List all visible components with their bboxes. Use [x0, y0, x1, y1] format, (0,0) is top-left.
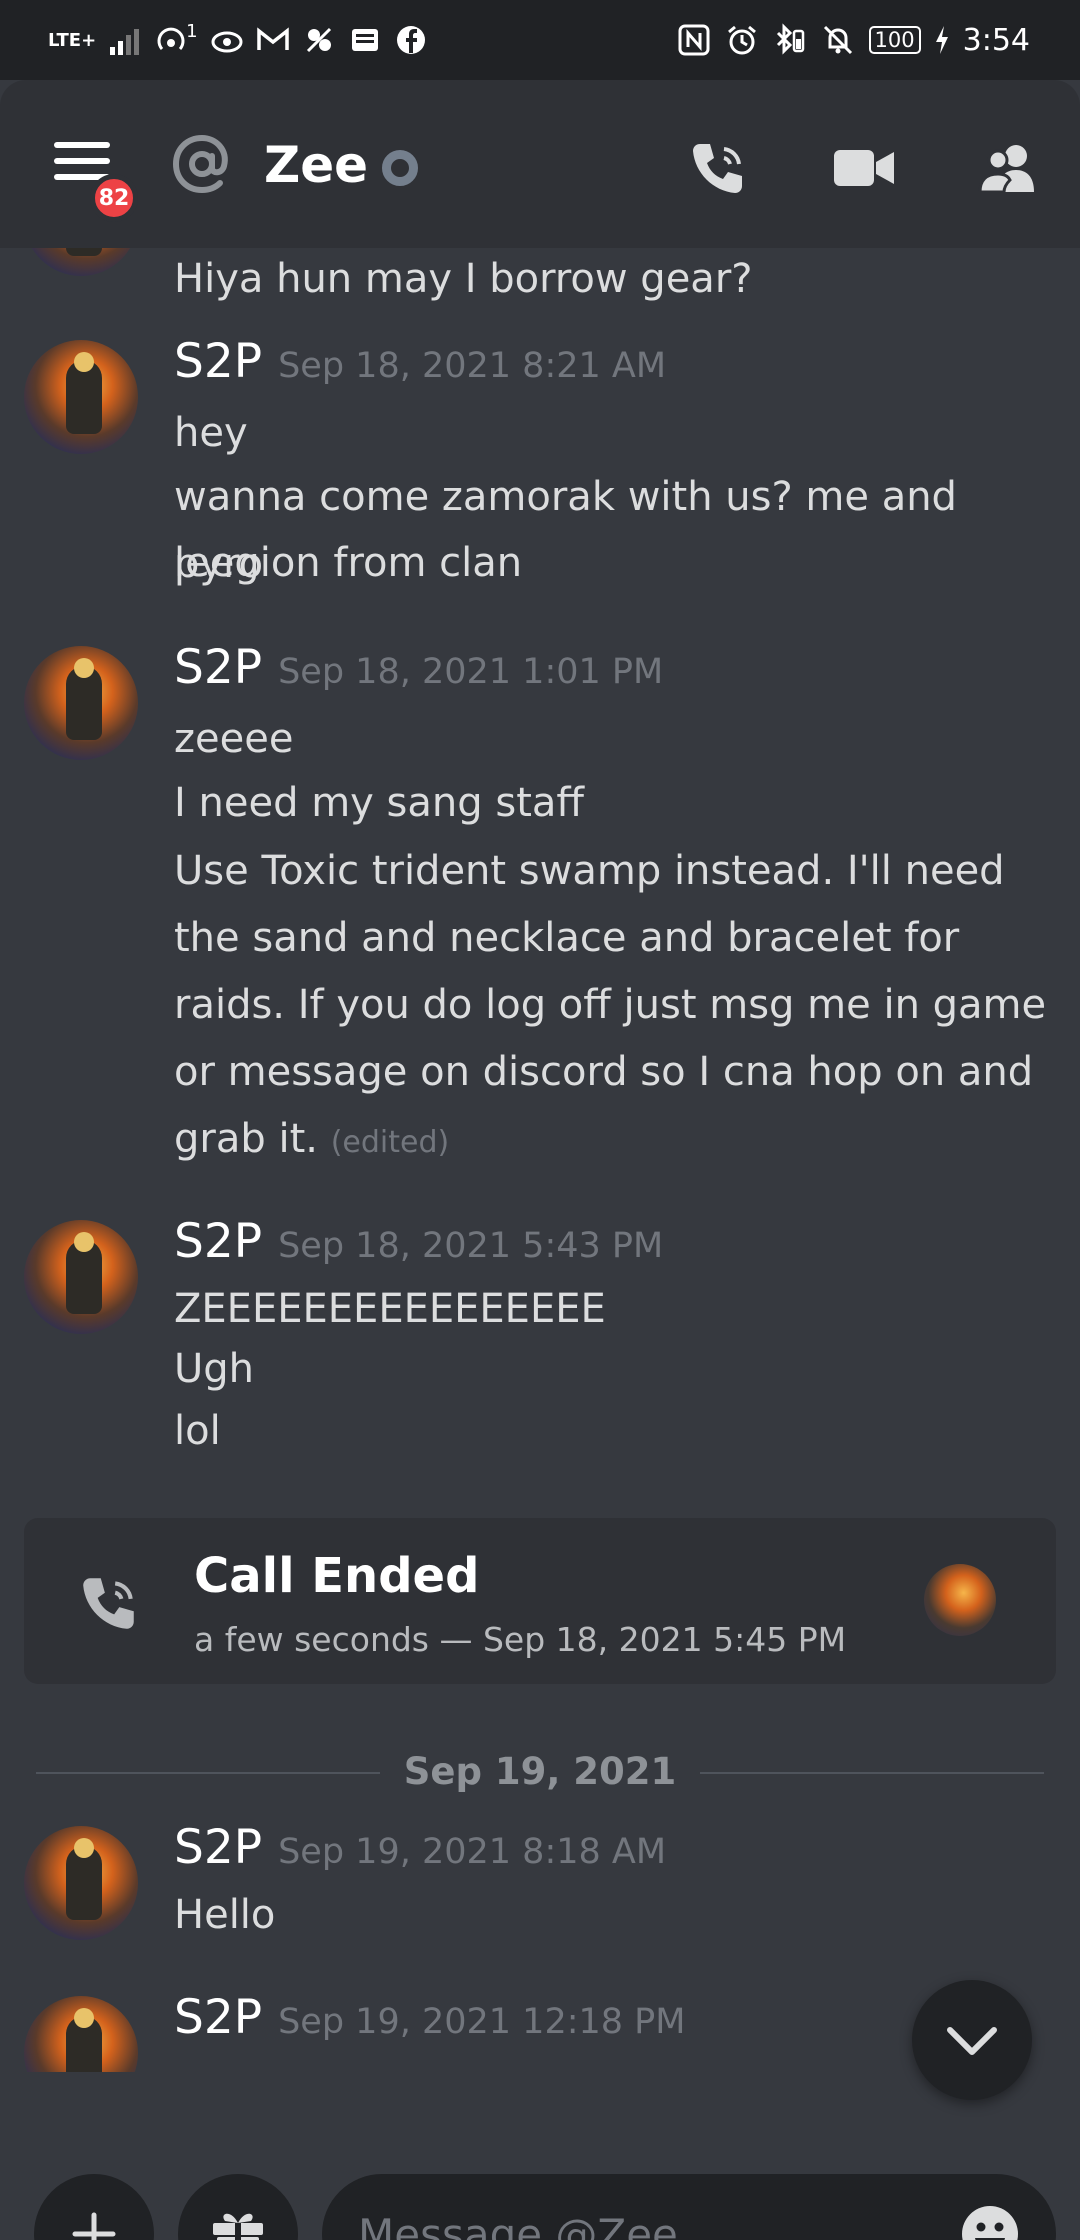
- avatar[interactable]: [24, 1220, 138, 1334]
- message-timestamp: Sep 18, 2021 1:01 PM: [278, 652, 664, 692]
- offline-status-icon: [382, 150, 418, 186]
- message-timestamp: Sep 18, 2021 8:21 AM: [278, 346, 667, 386]
- notification-badge: 82: [90, 174, 138, 222]
- message-header: S2P Sep 19, 2021 12:18 PM: [174, 1990, 685, 2045]
- message-line: grab it. (edited): [174, 1106, 1054, 1176]
- message-line: or message on discord so I cna hop on an…: [174, 1049, 1034, 1095]
- at-icon: [172, 134, 228, 194]
- message-line: raids. If you do log off just msg me in …: [174, 982, 1047, 1028]
- call-participant-avatar[interactable]: [924, 1564, 996, 1636]
- clock: 3:54: [962, 22, 1030, 58]
- gmail-icon: [256, 27, 289, 50]
- date-label: Sep 19, 2021: [379, 1750, 701, 1793]
- message-line: ZEEEEEEEEEEEEEEEE: [174, 1286, 606, 1332]
- message-line: hey: [174, 410, 248, 456]
- signal-icon: [110, 29, 140, 55]
- message-line: I need my sang staff: [174, 780, 584, 826]
- message-timestamp: Sep 19, 2021 12:18 PM: [278, 2002, 686, 2042]
- channel-header: 82 Zee: [0, 80, 1080, 248]
- plus-icon: [72, 2212, 116, 2240]
- message-timestamp: Sep 19, 2021 8:18 AM: [278, 1832, 667, 1872]
- message-line: lol: [174, 1408, 221, 1454]
- alarm-icon: [727, 25, 756, 55]
- hotspot-count: 1: [186, 20, 198, 42]
- message-line: zeeee: [174, 716, 294, 762]
- message-list[interactable]: Hiya hun may I borrow gear? S2P Sep 18, 2…: [0, 248, 1080, 2072]
- battery-indicator: 100: [868, 26, 921, 54]
- author-name[interactable]: S2P: [174, 1820, 262, 1875]
- dm-user-name[interactable]: Zee: [264, 136, 368, 194]
- status-bar: LTE+ 1 100 3:54: [0, 0, 1080, 80]
- message-timestamp: Sep 18, 2021 5:43 PM: [278, 1226, 664, 1266]
- attach-button[interactable]: [34, 2174, 154, 2240]
- dm-panel: 82 Zee Hiya hun may I borrow gear? S2P S…: [0, 80, 1080, 2240]
- message-header: S2P Sep 18, 2021 8:21 AM: [174, 334, 666, 389]
- message-line: Hiya hun may I borrow gear?: [174, 256, 753, 302]
- members-icon[interactable]: [976, 136, 1040, 200]
- author-name[interactable]: S2P: [174, 640, 262, 695]
- author-name[interactable]: S2P: [174, 334, 262, 389]
- charging-icon: [935, 26, 948, 54]
- jump-to-latest-button[interactable]: [912, 1980, 1032, 2100]
- message-line: leegion from clan: [174, 540, 523, 586]
- avatar[interactable]: [24, 340, 138, 454]
- chevron-down-icon: [947, 2027, 997, 2055]
- message-header: S2P Sep 19, 2021 8:18 AM: [174, 1820, 666, 1875]
- network-indicator: LTE+: [48, 29, 97, 51]
- author-name[interactable]: S2P: [174, 1990, 262, 2045]
- nfc-icon: [678, 24, 710, 56]
- menu-icon: [54, 142, 110, 148]
- avatar[interactable]: [24, 646, 138, 760]
- mute-icon: [823, 25, 852, 55]
- avatar[interactable]: [24, 1996, 138, 2072]
- avatar[interactable]: [24, 248, 138, 276]
- app-notification-icon: [306, 27, 331, 53]
- status-right-icons: 100 3:54: [677, 18, 1030, 62]
- gift-icon: [213, 2213, 263, 2240]
- message-line: Ugh: [174, 1346, 255, 1392]
- emoji-icon[interactable]: [960, 2204, 1020, 2240]
- call-ended-card[interactable]: Call Ended a few seconds — Sep 18, 2021 …: [24, 1518, 1056, 1684]
- phone-call-icon[interactable]: [686, 136, 750, 200]
- call-detail: a few seconds — Sep 18, 2021 5:45 PM: [194, 1620, 847, 1659]
- message-line: Use Toxic trident swamp instead. I'll ne…: [174, 848, 1005, 894]
- message-input[interactable]: [358, 2174, 938, 2240]
- edited-marker: (edited): [330, 1125, 450, 1160]
- message-composer: [0, 2152, 1080, 2240]
- bluetooth-battery-icon: [776, 23, 804, 55]
- hotspot-icon: [157, 27, 185, 50]
- message-header: S2P Sep 18, 2021 5:43 PM: [174, 1214, 663, 1269]
- message-line: Hello: [174, 1892, 276, 1938]
- avatar[interactable]: [24, 1826, 138, 1940]
- call-title: Call Ended: [194, 1548, 480, 1604]
- message-input-box[interactable]: [322, 2174, 1056, 2240]
- date-divider: Sep 19, 2021: [36, 1748, 1044, 1798]
- author-name[interactable]: S2P: [174, 1214, 262, 1269]
- message-line: the sand and necklace and bracelet for: [174, 915, 960, 961]
- gift-button[interactable]: [178, 2174, 298, 2240]
- eye-icon: [211, 31, 243, 53]
- facebook-icon: [396, 26, 425, 54]
- news-icon: [351, 29, 378, 51]
- video-call-icon[interactable]: [832, 136, 896, 200]
- message-header: S2P Sep 18, 2021 1:01 PM: [174, 640, 663, 695]
- status-left-icons: LTE+ 1: [48, 18, 428, 62]
- phone-call-icon: [83, 1578, 134, 1629]
- message-text: grab it.: [174, 1116, 318, 1162]
